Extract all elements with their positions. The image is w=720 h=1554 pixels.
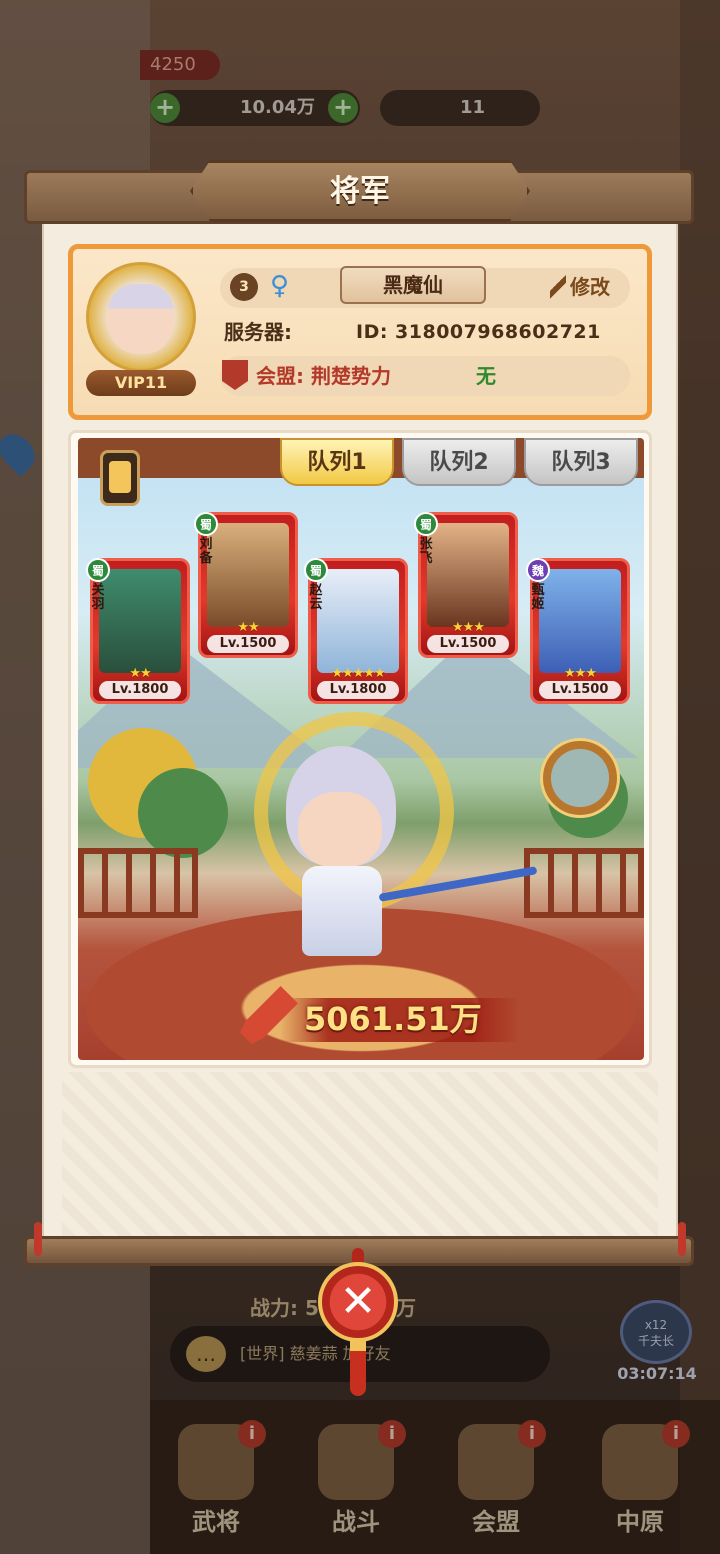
tree: [138, 768, 228, 858]
edit-label: 修改: [570, 275, 610, 299]
combat-power-value: 5061.51万: [304, 1000, 482, 1038]
hero-portrait: [317, 569, 399, 673]
scroll-end-cap: [678, 1222, 686, 1256]
hero-level: Lv.1500: [539, 681, 621, 699]
hero-card-zhang-fei[interactable]: ★★★ Lv.1500: [418, 512, 518, 658]
player-id: ID: 318007968602721: [356, 321, 601, 343]
main-hero-face: [298, 792, 382, 868]
hero-stars: ★★★: [452, 620, 485, 635]
dragon-pet-icon[interactable]: [540, 738, 620, 818]
hero-stars: ★★★: [564, 666, 597, 681]
hero-card-zhao-yun[interactable]: ★★★★★ Lv.1800: [308, 558, 408, 704]
avatar: [108, 284, 174, 354]
hero-name: 赵云: [309, 583, 323, 612]
hero-name: 刘备: [199, 537, 213, 566]
tab-queue-2[interactable]: 队列2: [402, 438, 516, 486]
female-icon: ♀: [270, 271, 290, 301]
lantern-icon: [100, 450, 140, 506]
hero-level: Lv.1800: [99, 681, 181, 699]
hero-level: Lv.1500: [207, 635, 289, 653]
alliance-status: 无: [476, 364, 496, 388]
player-name: 黑魔仙: [340, 266, 486, 304]
hero-card-guan-yu[interactable]: ★★ Lv.1800: [90, 558, 190, 704]
hero-portrait: [99, 569, 181, 673]
modal-title: 将军: [330, 174, 390, 209]
alliance-name: 会盟: 荆楚势力: [256, 364, 391, 388]
fence: [524, 848, 644, 918]
tab-queue-1[interactable]: 队列1: [280, 438, 394, 486]
edit-name-button[interactable]: 修改: [550, 270, 626, 304]
hero-stars: ★★: [129, 666, 151, 681]
hero-name: 张飞: [419, 537, 433, 566]
hero-name: 甄姬: [531, 583, 545, 612]
hero-portrait: [207, 523, 289, 627]
combat-power-banner: 5061.51万: [240, 986, 520, 1048]
faction-shu-icon: 蜀: [414, 512, 438, 536]
hero-level: Lv.1500: [427, 635, 509, 653]
fence: [78, 848, 198, 918]
hero-card-zhen-ji[interactable]: ★★★ Lv.1500: [530, 558, 630, 704]
hero-name: 关羽: [91, 583, 105, 612]
scroll-end-cap: [34, 1222, 42, 1256]
brush-icon: [550, 275, 566, 299]
hero-portrait: [427, 523, 509, 627]
faction-shu-icon: 蜀: [194, 512, 218, 536]
hero-stars: ★★★★★: [331, 666, 385, 681]
tab-queue-3[interactable]: 队列3: [524, 438, 638, 486]
hero-stars: ★★: [237, 620, 259, 635]
faction-shu-icon: 蜀: [86, 558, 110, 582]
server-label: 服务器:: [224, 320, 292, 344]
close-icon: ✕: [339, 1276, 377, 1327]
hero-card-liu-bei[interactable]: ★★ Lv.1500: [198, 512, 298, 658]
faction-shu-icon: 蜀: [304, 558, 328, 582]
level-badge: 3: [230, 273, 258, 301]
hero-portrait: [539, 569, 621, 673]
faction-wei-icon: 魏: [526, 558, 550, 582]
hero-level: Lv.1800: [317, 681, 399, 699]
paper-pattern: [62, 1072, 658, 1236]
tassel: [350, 1340, 366, 1396]
main-hero-body: [302, 866, 382, 956]
close-button[interactable]: ✕: [318, 1262, 398, 1342]
vip-badge: VIP11: [86, 370, 196, 396]
